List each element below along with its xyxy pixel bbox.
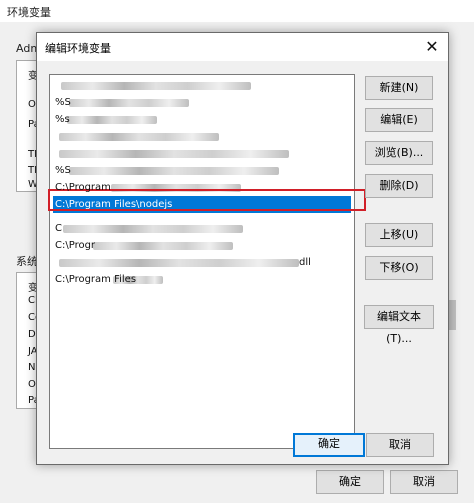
- parent-ok-button[interactable]: 确定: [316, 470, 384, 494]
- list-item[interactable]: C:\Program Files: [53, 271, 351, 288]
- move-up-button[interactable]: 上移(U): [365, 223, 433, 247]
- list-item[interactable]: dll: [53, 254, 351, 271]
- system-variables-label: 系统: [16, 255, 38, 268]
- ok-button[interactable]: 确定: [293, 433, 365, 457]
- redacted-text: [63, 225, 243, 233]
- list-item[interactable]: [53, 77, 351, 94]
- system-row[interactable]: O: [28, 379, 36, 390]
- edit-environment-variable-dialog: 编辑环境变量 ✕ %S %s %S C:\Program C:\Program …: [36, 32, 449, 465]
- redacted-text: [93, 242, 233, 250]
- list-item[interactable]: %S: [53, 94, 351, 111]
- user-row[interactable]: O: [28, 99, 36, 110]
- list-item[interactable]: %S: [53, 162, 351, 179]
- list-item[interactable]: %s: [53, 111, 351, 128]
- redacted-text: [59, 133, 219, 141]
- parent-titlebar: 环境变量: [0, 0, 474, 22]
- new-button[interactable]: 新建(N): [365, 76, 433, 100]
- redacted-text: [59, 259, 299, 267]
- move-down-button[interactable]: 下移(O): [365, 256, 433, 280]
- dialog-title: 编辑环境变量: [45, 42, 111, 55]
- list-item[interactable]: [53, 145, 351, 162]
- redacted-text: [59, 150, 289, 158]
- redacted-text: [69, 99, 189, 107]
- cancel-button[interactable]: 取消: [366, 433, 434, 457]
- redacted-text: [69, 167, 279, 175]
- list-item[interactable]: C:\Progr: [53, 237, 351, 254]
- redacted-text: [61, 82, 251, 90]
- list-item[interactable]: C: [53, 220, 351, 237]
- delete-button[interactable]: 删除(D): [365, 174, 433, 198]
- edit-text-button[interactable]: 编辑文本(T)...: [364, 305, 434, 345]
- path-entries-list[interactable]: %S %s %S C:\Program C:\Program Files\nod…: [48, 74, 366, 449]
- parent-cancel-button[interactable]: 取消: [390, 470, 458, 494]
- system-scroll-thumb[interactable]: [448, 300, 456, 330]
- browse-button[interactable]: 浏览(B)...: [365, 141, 433, 165]
- close-icon[interactable]: ✕: [422, 37, 442, 57]
- edit-button[interactable]: 编辑(E): [365, 108, 433, 132]
- redacted-text: [67, 116, 157, 124]
- selected-path-text: C:\Program Files\nodejs: [55, 199, 173, 210]
- parent-title: 环境变量: [7, 6, 51, 19]
- list-item[interactable]: [53, 128, 351, 145]
- dialog-titlebar: 编辑环境变量 ✕: [37, 33, 448, 61]
